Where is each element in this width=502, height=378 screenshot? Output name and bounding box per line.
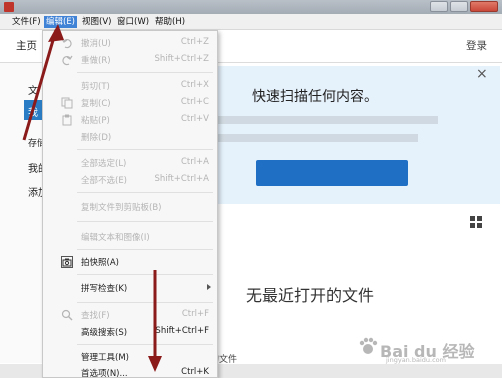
camera-icon (61, 256, 73, 268)
sidebar-item-recent[interactable]: 文 (28, 82, 38, 97)
menu-item-deselect-all[interactable]: 全部不选(E) Shift+Ctrl+A (43, 172, 217, 188)
menu-separator (77, 221, 213, 222)
tab-home[interactable]: 主页 (16, 38, 37, 53)
menu-item-shortcut: Ctrl+Z (180, 37, 209, 47)
menu-item-label: 全部不选(E) (81, 176, 128, 186)
menu-item-edit-text-images[interactable]: 编辑文本和图像(I) (43, 229, 217, 245)
watermark: Bai du 经验 jingyan.baidu.com (356, 336, 496, 364)
app-logo-icon (4, 2, 14, 12)
menu-item-label: 高级搜索(S) (81, 328, 128, 338)
menu-item-shortcut: Shift+Ctrl+F (155, 326, 209, 336)
menu-item-shortcut: Ctrl+F (181, 309, 209, 319)
menu-item-cut[interactable]: 剪切(T) Ctrl+X (43, 78, 217, 94)
grid-view-icon[interactable] (470, 216, 482, 228)
menu-item-shortcut: Ctrl+C (180, 97, 209, 107)
menu-item-shortcut: Ctrl+K (181, 367, 209, 377)
menu-item-delete[interactable]: 删除(D) (43, 129, 217, 145)
menu-item-label: 编辑文本和图像(I) (81, 233, 150, 243)
banner-close-icon[interactable]: × (476, 66, 488, 82)
menu-item-paste[interactable]: 粘贴(P) Ctrl+V (43, 112, 217, 128)
menu-edit[interactable]: 编辑(E) (44, 16, 78, 28)
menu-separator (77, 274, 213, 275)
menu-item-shortcut: Shift+Ctrl+A (154, 174, 209, 184)
copy-icon (61, 97, 73, 109)
menu-item-label: 剪切(T) (81, 82, 110, 92)
sidebar-item-mine[interactable]: 我 (28, 104, 38, 119)
menu-item-copy-file-to-clipboard[interactable]: 复制文件到剪贴板(B) (43, 199, 217, 215)
menu-item-preferences[interactable]: 首选项(N)... Ctrl+K (43, 365, 217, 378)
menu-item-label: 管理工具(M) (81, 353, 129, 363)
redo-icon (62, 55, 73, 66)
menu-item-advanced-search[interactable]: 高级搜索(S) Shift+Ctrl+F (43, 324, 217, 340)
menu-item-shortcut: Ctrl+A (180, 157, 209, 167)
edit-menu-dropdown: 撤消(U) Ctrl+Z 重做(R) Shift+Ctrl+Z 剪切(T) Ct… (42, 30, 218, 378)
menu-item-label: 拼写检查(K) (81, 284, 128, 294)
no-recent-files-message: 无最近打开的文件 (246, 286, 375, 305)
menu-separator (77, 344, 213, 345)
menu-item-label: 全部选定(L) (81, 159, 127, 169)
menu-item-select-all[interactable]: 全部选定(L) Ctrl+A (43, 155, 217, 171)
watermark-url: jingyan.baidu.com (386, 356, 446, 364)
menu-item-spell-check[interactable]: 拼写检查(K) (43, 280, 217, 296)
menu-item-shortcut: Ctrl+X (180, 80, 209, 90)
search-icon (61, 309, 73, 321)
submenu-arrow-icon (207, 284, 211, 290)
window-title-bar (0, 0, 502, 14)
menu-item-copy[interactable]: 复制(C) Ctrl+C (43, 95, 217, 111)
close-window-button[interactable] (470, 1, 498, 12)
menu-item-label: 首选项(N)... (81, 369, 128, 378)
minimize-button[interactable] (430, 1, 448, 12)
menu-item-shortcut: Ctrl+V (180, 114, 209, 124)
paw-logo-icon (359, 337, 378, 354)
menu-window[interactable]: 窗口(W) (115, 16, 151, 28)
menu-item-label: 撤消(U) (81, 39, 111, 49)
menu-separator (77, 72, 213, 73)
banner-blurred-text-line (218, 116, 438, 124)
menu-item-undo[interactable]: 撤消(U) Ctrl+Z (43, 35, 217, 51)
menu-item-manage-tools[interactable]: 管理工具(M) (43, 349, 217, 365)
menu-item-find[interactable]: 查找(F) Ctrl+F (43, 307, 217, 323)
menu-item-label: 重做(R) (81, 56, 111, 66)
menu-item-label: 拍快照(A) (81, 258, 119, 268)
menu-separator (77, 249, 213, 250)
menu-separator (77, 302, 213, 303)
menu-bar: 文件(F) 编辑(E) 视图(V) 窗口(W) 帮助(H) (0, 14, 502, 30)
menu-view[interactable]: 视图(V) (80, 16, 113, 28)
menu-separator (77, 149, 213, 150)
menu-item-snapshot[interactable]: 拍快照(A) (43, 254, 217, 270)
banner-blurred-text-line (218, 134, 418, 142)
undo-icon (61, 38, 72, 49)
menu-help[interactable]: 帮助(H) (153, 16, 187, 28)
menu-item-label: 复制文件到剪贴板(B) (81, 203, 162, 213)
menu-item-label: 查找(F) (81, 311, 110, 321)
paste-icon (62, 114, 72, 126)
menu-item-label: 粘贴(P) (81, 116, 110, 126)
menu-item-shortcut: Shift+Ctrl+Z (154, 54, 209, 64)
banner-title: 快速扫描任何内容。 (252, 89, 378, 105)
login-link[interactable]: 登录 (466, 38, 487, 53)
menu-separator (77, 192, 213, 193)
maximize-button[interactable] (450, 1, 468, 12)
menu-item-label: 删除(D) (81, 133, 112, 143)
menu-item-label: 复制(C) (81, 99, 111, 109)
banner-action-button[interactable] (256, 160, 408, 186)
menu-item-redo[interactable]: 重做(R) Shift+Ctrl+Z (43, 52, 217, 68)
menu-file[interactable]: 文件(F) (10, 16, 43, 28)
